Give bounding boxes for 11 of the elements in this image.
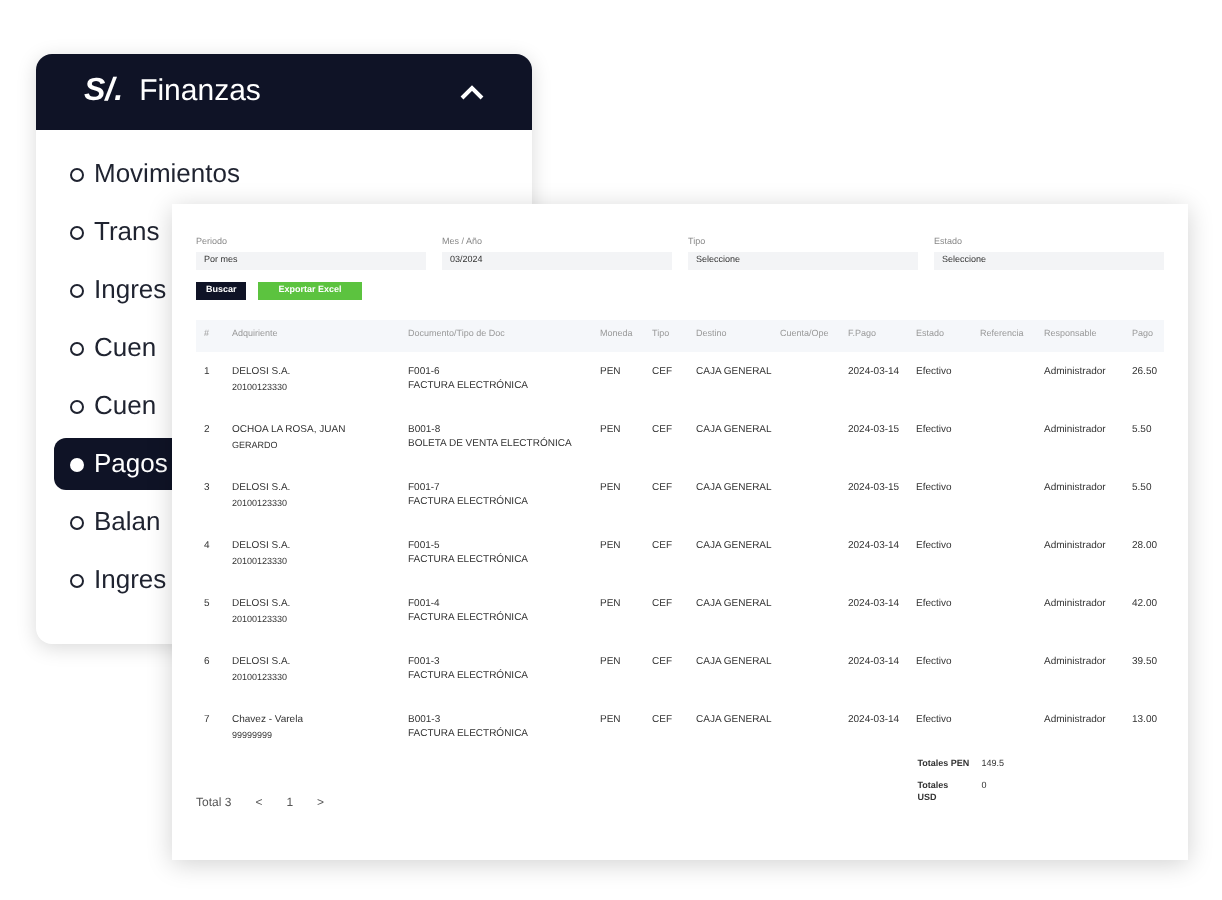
currency-logo: S/.: [84, 72, 124, 112]
menu-item[interactable]: Ingres: [54, 554, 172, 606]
menu-item[interactable]: Ingres: [54, 264, 172, 316]
menu-item[interactable]: Trans: [54, 206, 172, 258]
menu-header[interactable]: S/. Finanzas: [36, 54, 532, 130]
menu-item[interactable]: Cuen: [54, 380, 172, 432]
menu-item[interactable]: Pagos: [54, 438, 172, 490]
menu-item[interactable]: Balan: [54, 496, 172, 548]
menu-title: Finanzas: [139, 71, 263, 112]
menu-item[interactable]: Movimientos: [54, 148, 240, 200]
menu-item[interactable]: Cuen: [54, 322, 172, 374]
